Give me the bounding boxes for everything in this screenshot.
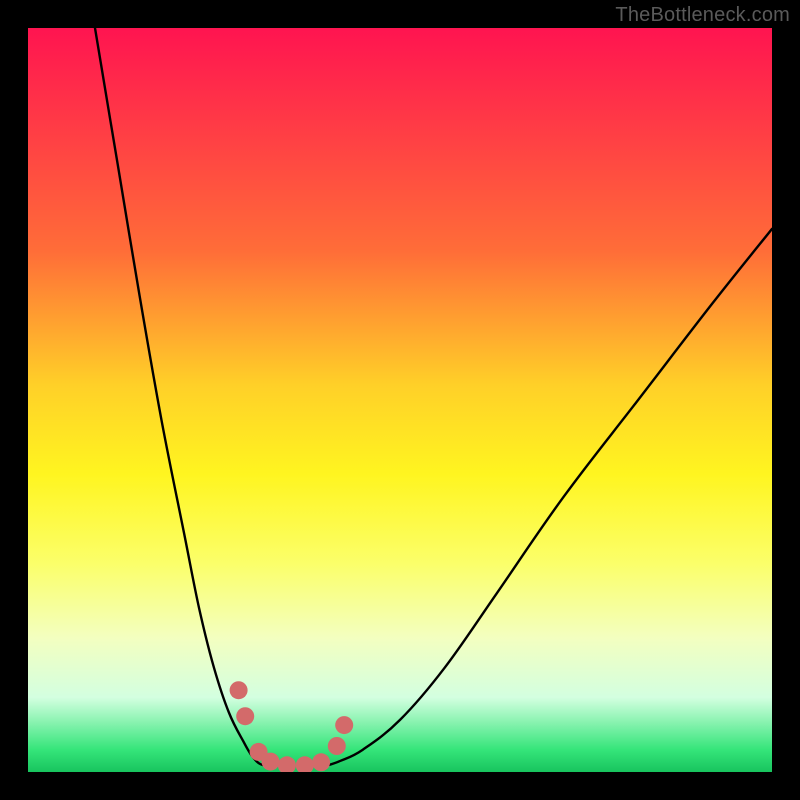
trough-marker [296,756,314,772]
trough-marker [278,756,296,772]
trough-marker [262,753,280,771]
chart-frame: TheBottleneck.com [0,0,800,800]
trough-marker [312,753,330,771]
trough-marker [328,737,346,755]
series-left-arm [95,28,266,766]
plot-area [28,28,772,772]
trough-marker [236,707,254,725]
trough-markers [230,681,354,772]
trough-marker [335,716,353,734]
series-right-arm [326,229,772,766]
trough-marker [230,681,248,699]
chart-svg [28,28,772,772]
watermark-text: TheBottleneck.com [615,4,790,27]
